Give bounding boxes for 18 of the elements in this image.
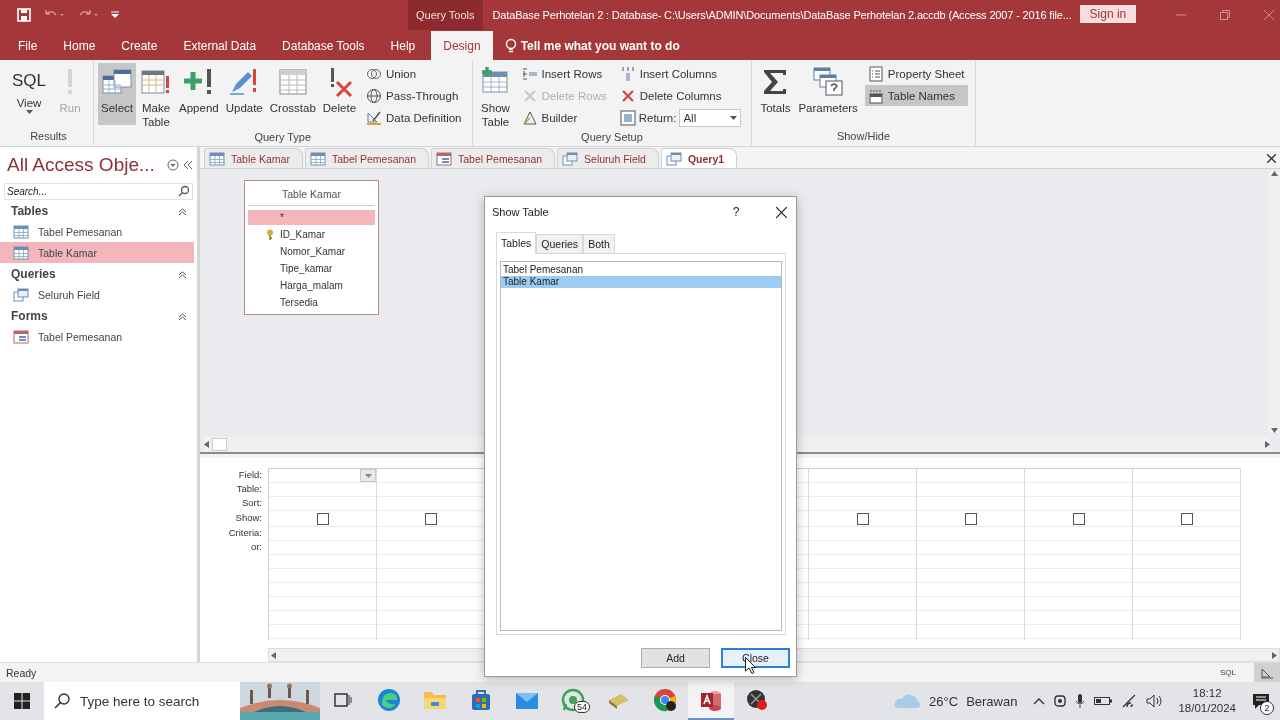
dialog-title: Show Table [492,206,550,218]
window-title: DataBase Perhotelan 2 : Database- C:\Users\ADMIN\Documents\DataBase Perhotelan 2.accdb (Access 2007 - 2016 file... [491,8,1072,23]
nav-pane-title: All Access Obje... [7,154,156,176]
status-text: Ready [6,666,38,679]
row-label: Table: [236,482,262,496]
group-label: Query Type [253,131,313,145]
return-label: Return: [638,111,677,124]
notification-badge: 54 [574,701,590,713]
context-label: Query Tools [408,0,483,30]
group-label: Show/Hide [835,130,892,144]
group-label: Results [29,130,68,144]
row-label: Show: [235,511,262,525]
row-label: Field: [238,468,262,482]
group-label: Query Setup [580,131,644,145]
row-label: Criteria: [228,526,262,540]
row-label: or: [250,540,262,554]
notification-badge: 2 [1260,701,1274,715]
row-label: Sort: [241,496,262,510]
